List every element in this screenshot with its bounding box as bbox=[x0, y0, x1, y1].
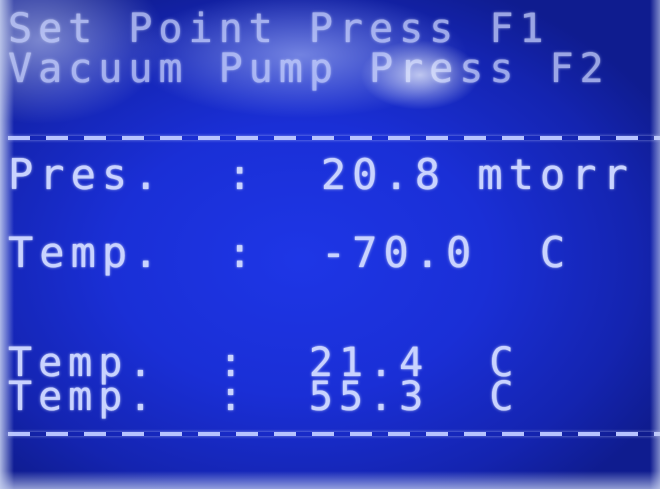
lcd-menu-line-2: Vacuum Pump Press F2 bbox=[8, 46, 610, 92]
temperature-value-3: 55.3 bbox=[308, 374, 430, 420]
temperature-row-3: Temp. : 55.3 C bbox=[8, 374, 519, 420]
pressure-separator: : bbox=[227, 150, 259, 199]
pressure-row: Pres. : 20.8 mtorr bbox=[8, 150, 634, 199]
temperature-row-1: Temp. : -70.0 C bbox=[8, 228, 571, 277]
pressure-label: Pres. bbox=[8, 150, 165, 199]
pressure-value: 20.8 bbox=[320, 150, 447, 199]
temperature-unit-3: C bbox=[489, 374, 520, 420]
lcd-dashed-divider-top bbox=[8, 136, 660, 140]
temperature-separator-1: : bbox=[227, 228, 259, 277]
temperature-separator-3: : bbox=[218, 374, 249, 420]
temperature-label-3: Temp. bbox=[8, 374, 159, 420]
lcd-screen-photo: Set Point Press F1 Vacuum Pump Press F2 … bbox=[0, 0, 660, 489]
pressure-unit: mtorr bbox=[477, 150, 634, 199]
temperature-label-1: Temp. bbox=[8, 228, 165, 277]
temperature-unit-1: C bbox=[539, 228, 572, 277]
temperature-value-1: -70.0 bbox=[320, 228, 478, 277]
lcd-dashed-divider-bottom bbox=[8, 432, 660, 436]
